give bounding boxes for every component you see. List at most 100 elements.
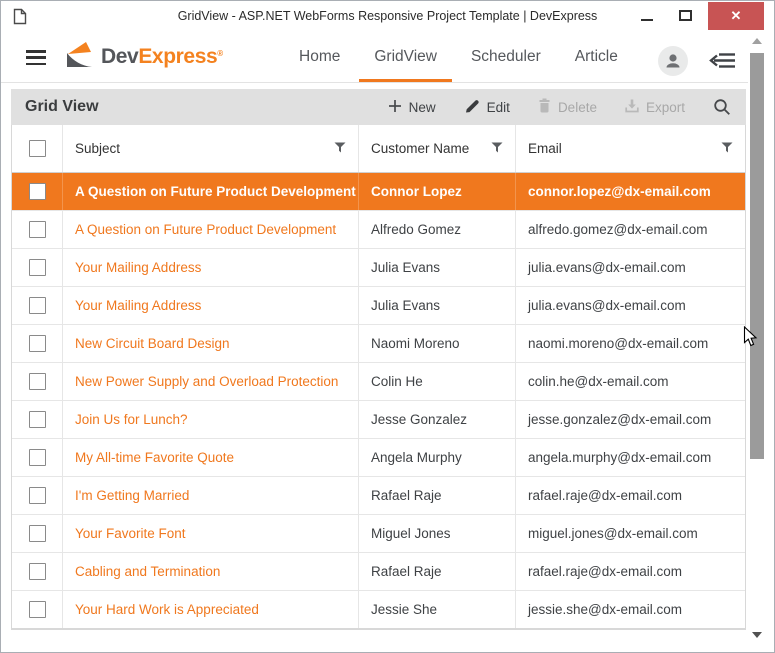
close-button[interactable]: ✕ xyxy=(708,2,764,30)
subject-link[interactable]: Your Mailing Address xyxy=(75,260,201,275)
subject-link[interactable]: Your Mailing Address xyxy=(75,298,201,313)
subject-link[interactable]: I'm Getting Married xyxy=(75,488,189,503)
row-checkbox[interactable] xyxy=(29,259,46,276)
table-row[interactable]: A Question on Future Product Development… xyxy=(12,173,745,211)
filter-funnel-icon[interactable] xyxy=(721,141,733,156)
row-checkbox[interactable] xyxy=(29,335,46,352)
email-cell: miguel.jones@dx-email.com xyxy=(516,515,745,552)
customer-name-cell: Jesse Gonzalez xyxy=(359,401,516,438)
logo-text-dev: Dev xyxy=(101,45,138,68)
subject-link[interactable]: Join Us for Lunch? xyxy=(75,412,188,427)
table-row[interactable]: Your Favorite Font Miguel Jones miguel.j… xyxy=(12,515,745,553)
edit-button[interactable]: Edit xyxy=(464,98,510,117)
row-checkbox[interactable] xyxy=(29,525,46,542)
email-cell: jesse.gonzalez@dx-email.com xyxy=(516,401,745,438)
minimize-button[interactable] xyxy=(631,1,663,30)
row-checkbox[interactable] xyxy=(29,183,46,200)
export-button[interactable]: Export xyxy=(625,99,685,116)
email-cell: naomi.moreno@dx-email.com xyxy=(516,325,745,362)
table-row[interactable]: Cabling and Termination Rafael Raje rafa… xyxy=(12,553,745,591)
user-avatar-icon[interactable] xyxy=(658,46,688,76)
customer-name-cell: Alfredo Gomez xyxy=(359,211,516,248)
subject-link[interactable]: Cabling and Termination xyxy=(75,564,220,579)
table-row[interactable]: My All-time Favorite Quote Angela Murphy… xyxy=(12,439,745,477)
vertical-scrollbar[interactable] xyxy=(748,32,766,646)
select-all-checkbox-cell xyxy=(12,125,63,172)
maximize-button[interactable] xyxy=(668,1,702,30)
devexpress-logo[interactable]: DevExpress® xyxy=(65,42,223,72)
logo-registered-mark: ® xyxy=(217,49,223,58)
email-cell: colin.he@dx-email.com xyxy=(516,363,745,400)
table-row[interactable]: Your Mailing Address Julia Evans julia.e… xyxy=(12,249,745,287)
filter-funnel-icon[interactable] xyxy=(491,141,503,156)
customer-name-cell: Connor Lopez xyxy=(359,173,516,210)
column-header-subject[interactable]: Subject xyxy=(63,125,359,172)
email-cell: connor.lopez@dx-email.com xyxy=(516,173,745,210)
search-icon[interactable] xyxy=(713,98,731,116)
subject-link[interactable]: Your Favorite Font xyxy=(75,526,186,541)
pencil-icon xyxy=(464,98,480,117)
row-checkbox[interactable] xyxy=(29,373,46,390)
subject-link[interactable]: A Question on Future Product Development xyxy=(75,222,336,237)
email-cell: rafael.raje@dx-email.com xyxy=(516,553,745,590)
export-icon xyxy=(625,99,639,116)
email-cell: angela.murphy@dx-email.com xyxy=(516,439,745,476)
customer-name-cell: Jessie She xyxy=(359,591,516,628)
row-checkbox[interactable] xyxy=(29,297,46,314)
row-checkbox[interactable] xyxy=(29,601,46,618)
delete-button[interactable]: Delete xyxy=(538,98,597,116)
table-row[interactable]: Your Mailing Address Julia Evans julia.e… xyxy=(12,287,745,325)
table-row[interactable]: Join Us for Lunch? Jesse Gonzalez jesse.… xyxy=(12,401,745,439)
row-checkbox[interactable] xyxy=(29,221,46,238)
navbar: DevExpress® Home GridView Scheduler Arti… xyxy=(1,31,765,83)
row-checkbox[interactable] xyxy=(29,487,46,504)
email-cell: alfredo.gomez@dx-email.com xyxy=(516,211,745,248)
scrollbar-thumb[interactable] xyxy=(750,53,764,459)
collapse-panel-icon[interactable] xyxy=(709,52,736,74)
nav-tabs: Home GridView Scheduler Article xyxy=(299,31,618,82)
table-row[interactable]: A Question on Future Product Development… xyxy=(12,211,745,249)
filter-funnel-icon[interactable] xyxy=(334,141,346,156)
trash-icon xyxy=(538,98,551,116)
grid-toolbar: Grid View New Edit Delete Export xyxy=(11,89,746,125)
subject-link[interactable]: New Circuit Board Design xyxy=(75,336,230,351)
table-row[interactable]: Your Hard Work is Appreciated Jessie She… xyxy=(12,591,745,629)
scrollbar-down-arrow-icon[interactable] xyxy=(748,626,766,643)
grid-header-row: Subject Customer Name Email xyxy=(12,125,745,173)
select-all-checkbox[interactable] xyxy=(29,140,46,157)
column-header-customer-name[interactable]: Customer Name xyxy=(359,125,516,172)
customer-name-cell: Julia Evans xyxy=(359,287,516,324)
customer-name-cell: Julia Evans xyxy=(359,249,516,286)
tab-scheduler[interactable]: Scheduler xyxy=(471,31,541,82)
email-cell: jessie.she@dx-email.com xyxy=(516,591,745,628)
tab-article[interactable]: Article xyxy=(575,31,618,82)
plus-icon xyxy=(388,99,402,116)
tab-home[interactable]: Home xyxy=(299,31,340,82)
page-title: Grid View xyxy=(11,98,99,116)
titlebar: GridView - ASP.NET WebForms Responsive P… xyxy=(1,1,774,31)
column-header-email[interactable]: Email xyxy=(516,125,745,172)
tab-gridview[interactable]: GridView xyxy=(374,31,437,82)
new-button[interactable]: New xyxy=(388,99,436,116)
subject-link[interactable]: A Question on Future Product Development xyxy=(75,184,356,199)
row-checkbox[interactable] xyxy=(29,449,46,466)
close-icon: ✕ xyxy=(731,8,742,24)
table-row[interactable]: I'm Getting Married Rafael Raje rafael.r… xyxy=(12,477,745,515)
minimize-icon xyxy=(641,19,653,21)
maximize-icon xyxy=(679,10,692,21)
row-checkbox[interactable] xyxy=(29,411,46,428)
email-cell: julia.evans@dx-email.com xyxy=(516,287,745,324)
scrollbar-up-arrow-icon[interactable] xyxy=(748,32,766,49)
table-row[interactable]: New Circuit Board Design Naomi Moreno na… xyxy=(12,325,745,363)
subject-link[interactable]: My All-time Favorite Quote xyxy=(75,450,234,465)
subject-link[interactable]: New Power Supply and Overload Protection xyxy=(75,374,338,389)
row-checkbox[interactable] xyxy=(29,563,46,580)
hamburger-icon[interactable] xyxy=(26,50,46,65)
customer-name-cell: Rafael Raje xyxy=(359,553,516,590)
table-row[interactable]: New Power Supply and Overload Protection… xyxy=(12,363,745,401)
devexpress-logo-icon xyxy=(65,40,94,74)
customer-name-cell: Miguel Jones xyxy=(359,515,516,552)
data-grid: Subject Customer Name Email A Question o… xyxy=(11,125,746,630)
subject-link[interactable]: Your Hard Work is Appreciated xyxy=(75,602,259,617)
customer-name-cell: Colin He xyxy=(359,363,516,400)
